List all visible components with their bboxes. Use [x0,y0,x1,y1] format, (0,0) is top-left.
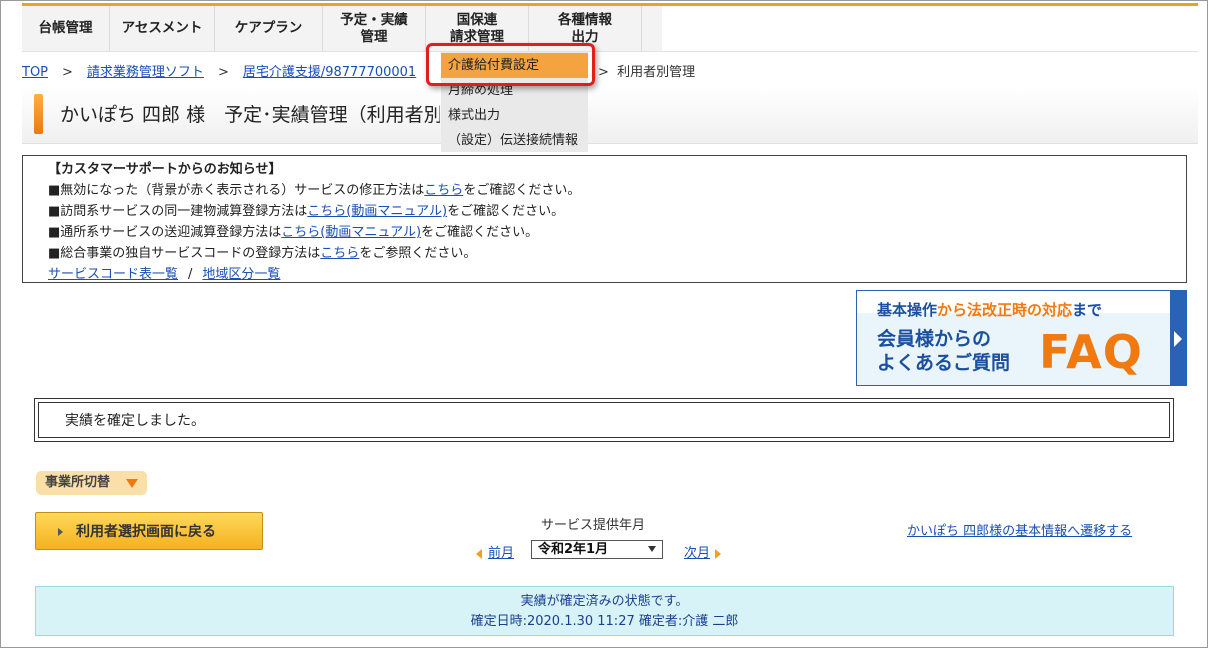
breadcrumb-current-label: 利用者別管理 [617,65,696,80]
faq-text: よくあるご質問 [877,352,1011,374]
prev-month-label: 前月 [488,546,515,561]
notice-text: ■無効になった（背景が赤く表示される）サービスの修正方法は [48,183,425,198]
notice-text: ■総合事業の独自サービスコードの登録方法は [48,246,321,261]
breadcrumb-separator: > [62,65,73,80]
chevron-right-icon [1170,291,1186,385]
notice-text: をご確認ください。 [447,204,565,219]
triangle-down-icon [126,479,138,488]
notice-heading: 【カスタマーサポートからのお知らせ】 [48,162,282,177]
nav-assessment[interactable]: アセスメント [110,6,215,51]
notice-links-row: サービスコード表一覧 / 地域区分一覧 [48,264,1186,285]
breadcrumb-separator: > [598,65,618,80]
faq-text: まで [1072,301,1103,319]
confirmation-message: 実績を確定しました。 [38,402,1170,438]
chevron-down-icon [648,546,656,552]
service-month-label: サービス提供年月 [541,518,646,533]
user-basic-info-link[interactable]: かいぽち 四郎様の基本情報へ遷移する [907,520,1132,539]
notice-text: ■通所系サービスの送迎減算登録方法は [48,225,282,240]
faq-text: 法改正時の対応 [967,301,1073,319]
faq-banner-line2: 会員様からの よくあるご質問 [877,327,1010,375]
breadcrumb-office-link[interactable]: 居宅介護支援/98777700001 [243,65,416,80]
nav-divider [22,51,1198,52]
link-separator: / [188,267,193,282]
chevron-right-icon [58,528,63,536]
notice-text: をご確認ください。 [463,183,581,198]
breadcrumb-billing-link[interactable]: 請求業務管理ソフト [87,65,204,80]
faq-text: 会員様からの [877,328,992,350]
notice-link[interactable]: こちら(動画マニュアル) [307,204,447,219]
office-switch-label: 事業所切替 [45,475,111,490]
status-line: 実績が確定済みの状態です。 [520,594,689,609]
notice-line: ■通所系サービスの送迎減算登録方法はこちら(動画マニュアル)をご確認ください。 [48,222,1186,243]
triangle-left-icon [476,548,482,559]
faq-text: 基本操作 [877,301,938,319]
notice-line: ■訪問系サービスの同一建物減算登録方法はこちら(動画マニュアル)をご確認ください… [48,201,1186,222]
menu-item-transmission-settings[interactable]: （設定）伝送接続情報 [441,128,588,153]
next-month-label: 次月 [684,546,711,561]
nav-schedule-results[interactable]: 予定・実績 管理 [323,6,426,51]
page-title: かいぽち 四郎 様 予定･実績管理（利用者別） [60,104,440,126]
back-to-user-select-button[interactable]: 利用者選択画面に戻る [35,512,263,550]
notice-link[interactable]: こちら(動画マニュアル) [281,225,421,240]
support-notice: 【カスタマーサポートからのお知らせ】 ■無効になった（背景が赤く表示される）サー… [22,155,1187,283]
breadcrumb-top-link[interactable]: TOP [22,65,48,80]
region-list-link[interactable]: 地域区分一覧 [202,267,280,282]
next-month-link[interactable]: 次月 [684,542,722,561]
faq-text: から [937,301,968,319]
month-select-value: 令和2年1月 [538,542,609,557]
faq-label: FAQ [1039,325,1143,379]
breadcrumb: TOP > 請求業務管理ソフト > 居宅介護支援/98777700001 [22,61,416,80]
prev-month-link[interactable]: 前月 [476,542,514,561]
breadcrumb-separator: > [217,65,229,80]
notice-text: ■訪問系サービスの同一建物減算登録方法は [48,204,308,219]
notice-link[interactable]: こちら [320,246,359,261]
menu-item-form-output[interactable]: 様式出力 [441,103,588,128]
notice-line: ■総合事業の独自サービスコードの登録方法はこちらをご参照ください。 [48,243,1186,264]
nav-accent-rule [662,3,1198,6]
title-accent-bar [34,94,43,134]
office-switch-button[interactable]: 事業所切替 [36,471,147,495]
notice-line: ■無効になった（背景が赤く表示される）サービスの修正方法はこちらをご確認ください… [48,180,1186,201]
notice-text: をご参照ください。 [359,246,477,261]
breadcrumb-current: > 利用者別管理 [598,61,695,80]
status-detail: 確定日時:2020.1.30 11:27 確定者:介護 二郎 [470,614,739,629]
month-select[interactable]: 令和2年1月 [531,540,663,559]
faq-banner[interactable]: 基本操作から法改正時の対応まで 会員様からの よくあるご質問 FAQ [856,290,1187,386]
faq-banner-line1: 基本操作から法改正時の対応まで [877,299,1102,320]
triangle-right-icon [715,548,722,559]
confirmation-status-panel: 実績が確定済みの状態です。 確定日時:2020.1.30 11:27 確定者:介… [35,586,1174,636]
service-code-list-link[interactable]: サービスコード表一覧 [48,267,178,282]
confirmation-message-box: 実績を確定しました。 [34,398,1174,442]
notice-link[interactable]: こちら [424,183,463,198]
back-button-label: 利用者選択画面に戻る [76,524,216,540]
nav-care-plan[interactable]: ケアプラン [215,6,323,51]
nav-ledger[interactable]: 台帳管理 [22,6,110,51]
notice-text: をご確認ください。 [421,225,539,240]
highlight-box [426,43,595,86]
